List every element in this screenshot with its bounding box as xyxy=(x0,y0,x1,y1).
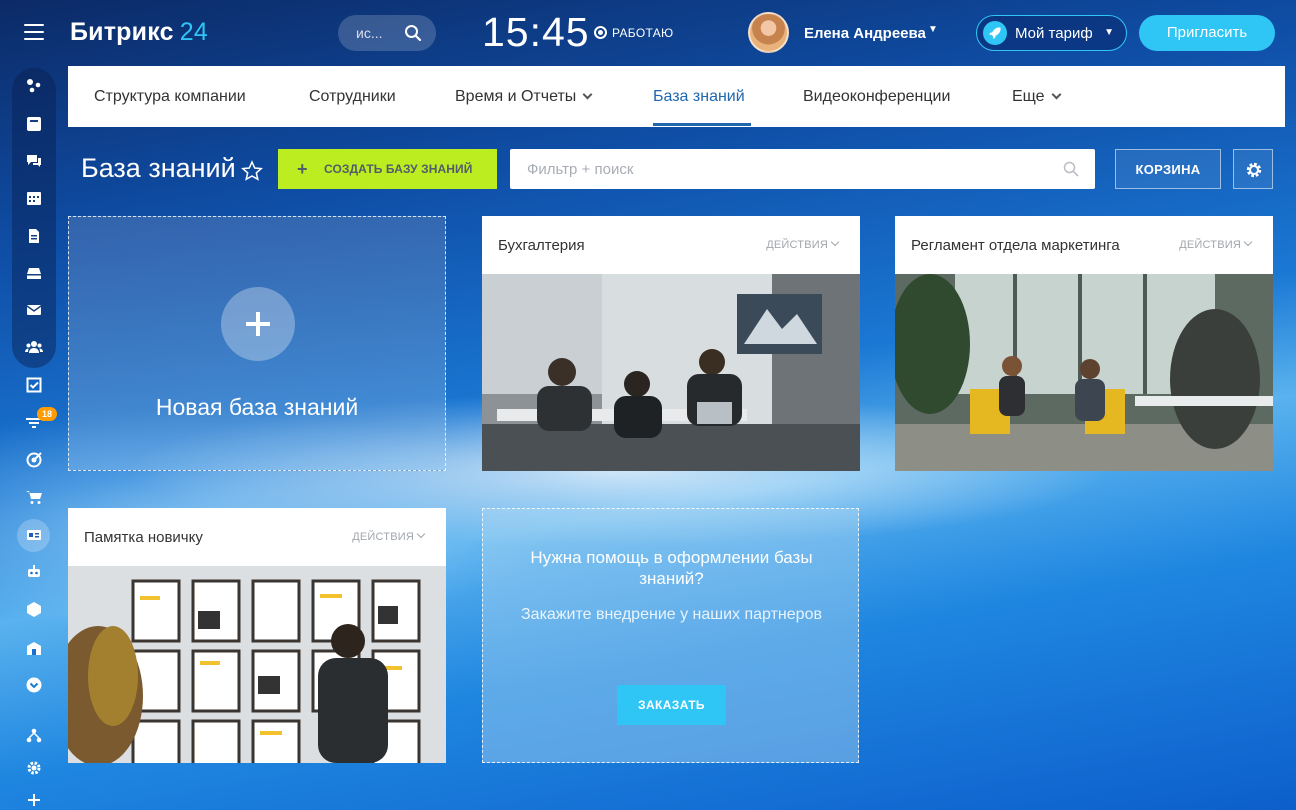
filter-search xyxy=(510,149,1095,189)
nav-label: База знаний xyxy=(653,88,745,105)
nav-active-underline xyxy=(653,123,751,126)
chevron-down-icon xyxy=(1243,237,1253,247)
header-search[interactable]: ис... xyxy=(338,15,436,51)
kb-card-actions[interactable]: ДЕЙСТВИЯ xyxy=(1179,237,1253,251)
nav-knowledge-base[interactable]: База знаний xyxy=(653,88,745,106)
chevron-down-icon xyxy=(416,529,426,539)
calendar-icon[interactable] xyxy=(23,187,45,209)
mail-icon[interactable] xyxy=(23,299,45,321)
new-kb-card[interactable]: Новая база знаний xyxy=(68,216,446,471)
feed-icon[interactable] xyxy=(23,75,45,97)
caret-down-icon: ▼ xyxy=(1104,27,1114,38)
create-kb-button[interactable]: + СОЗДАТЬ БАЗУ ЗНАНИЙ xyxy=(278,149,497,189)
chat-icon[interactable] xyxy=(23,113,45,135)
actions-label: ДЕЙСТВИЯ xyxy=(766,239,828,251)
kb-card-accounting[interactable]: Бухгалтерия ДЕЙСТВИЯ xyxy=(482,216,860,471)
rocket-icon xyxy=(983,21,1007,45)
nav-label: Сотрудники xyxy=(309,88,396,105)
filter-search-input[interactable] xyxy=(510,149,1050,189)
robot-icon[interactable] xyxy=(23,561,45,583)
nav-label: Структура компании xyxy=(94,88,246,105)
logo-name: Битрикс xyxy=(70,18,174,46)
kb-card-image xyxy=(482,274,860,471)
kb-card-header: Памятка новичку ДЕЙСТВИЯ xyxy=(68,508,446,566)
messenger-icon[interactable] xyxy=(23,150,45,172)
nav-label: Еще xyxy=(1012,88,1045,105)
nav-videoconferences[interactable]: Видеоконференции xyxy=(803,88,950,106)
trash-button[interactable]: КОРЗИНА xyxy=(1115,149,1221,189)
new-kb-label: Новая база знаний xyxy=(155,394,359,420)
work-status[interactable]: РАБОТАЮ xyxy=(594,24,673,40)
documents-icon[interactable] xyxy=(23,225,45,247)
nav-label: Время и Отчеты xyxy=(455,88,577,105)
nav-employees[interactable]: Сотрудники xyxy=(309,88,396,106)
kb-card-header: Бухгалтерия ДЕЙСТВИЯ xyxy=(482,216,860,274)
caret-down-icon: ▼ xyxy=(928,24,938,35)
kb-card-title[interactable]: Регламент отдела маркетинга xyxy=(911,237,1120,254)
kb-card-title[interactable]: Памятка новичку xyxy=(84,529,203,546)
star-icon[interactable] xyxy=(241,160,263,182)
create-kb-label: СОЗДАТЬ БАЗУ ЗНАНИЙ xyxy=(324,162,473,176)
notification-badge: 18 xyxy=(37,407,57,421)
kb-card-title[interactable]: Бухгалтерия xyxy=(498,237,585,254)
plus-icon: + xyxy=(297,159,308,179)
marketing-icon[interactable] xyxy=(23,449,45,471)
nav-company-structure[interactable]: Структура компании xyxy=(94,88,246,106)
kb-card-marketing[interactable]: Регламент отдела маркетинга ДЕЙСТВИЯ xyxy=(895,216,1273,471)
menu-icon[interactable] xyxy=(24,24,44,42)
logo-number: 24 xyxy=(179,18,208,46)
tasks-icon[interactable] xyxy=(23,374,45,396)
invite-button[interactable]: Пригласить xyxy=(1139,15,1275,51)
header-search-placeholder: ис... xyxy=(356,25,383,41)
actions-label: ДЕЙСТВИЯ xyxy=(352,531,414,543)
kb-card-actions[interactable]: ДЕЙСТВИЯ xyxy=(766,237,840,251)
avatar[interactable] xyxy=(748,12,789,53)
help-title: Нужна помощь в оформлении базы знаний? xyxy=(530,548,813,588)
clock[interactable]: 15:45 xyxy=(482,9,590,56)
plus-circle-icon xyxy=(221,287,295,361)
more-icon[interactable] xyxy=(23,674,45,696)
my-tariff-label: Мой тариф xyxy=(1015,25,1093,42)
logo[interactable]: Битрикс 24 xyxy=(70,18,208,47)
nav-time-reports[interactable]: Время и Отчеты xyxy=(455,88,593,106)
kb-card-header: Регламент отдела маркетинга ДЕЙСТВИЯ xyxy=(895,216,1273,274)
user-name: Елена Андреева xyxy=(804,25,926,42)
work-status-label: РАБОТАЮ xyxy=(612,26,674,40)
actions-label: ДЕЙСТВИЯ xyxy=(1179,239,1241,251)
structure-icon[interactable] xyxy=(23,725,45,747)
chevron-down-icon xyxy=(1051,89,1062,100)
kb-card-image xyxy=(895,274,1273,471)
kb-icon[interactable] xyxy=(23,524,45,546)
search-icon xyxy=(405,25,422,42)
kb-card-image xyxy=(68,566,446,763)
chevron-down-icon xyxy=(830,237,840,247)
help-subtitle: Закажите внедрение у наших партнеров xyxy=(521,606,822,623)
status-dot-icon xyxy=(594,26,607,39)
add-icon[interactable] xyxy=(23,789,45,810)
top-header: Битрикс 24 ис... 15:45 РАБОТАЮ Елена Андр… xyxy=(0,0,1296,66)
settings-icon[interactable] xyxy=(23,757,45,779)
company-icon[interactable] xyxy=(23,637,45,659)
search-icon[interactable] xyxy=(1063,161,1079,177)
nav-more[interactable]: Еще xyxy=(1012,88,1062,106)
kb-card-newbie[interactable]: Памятка новичку ДЕЙСТВИЯ xyxy=(68,508,446,763)
chevron-down-icon xyxy=(582,89,593,100)
top-nav: Структура компании Сотрудники Время и От… xyxy=(68,66,1285,127)
groups-icon[interactable] xyxy=(23,336,45,358)
drive-icon[interactable] xyxy=(23,262,45,284)
box-icon[interactable] xyxy=(23,598,45,620)
help-card: Нужна помощь в оформлении базы знаний? З… xyxy=(482,508,859,763)
my-tariff-button[interactable]: Мой тариф ▼ xyxy=(976,15,1127,51)
nav-label: Видеоконференции xyxy=(803,88,951,105)
settings-button[interactable] xyxy=(1233,149,1273,189)
order-button[interactable]: ЗАКАЗАТЬ xyxy=(617,685,726,725)
page-title: База знаний xyxy=(81,153,236,183)
gear-icon xyxy=(1246,162,1262,178)
kb-card-actions[interactable]: ДЕЙСТВИЯ xyxy=(352,529,426,543)
shop-icon[interactable] xyxy=(23,486,45,508)
